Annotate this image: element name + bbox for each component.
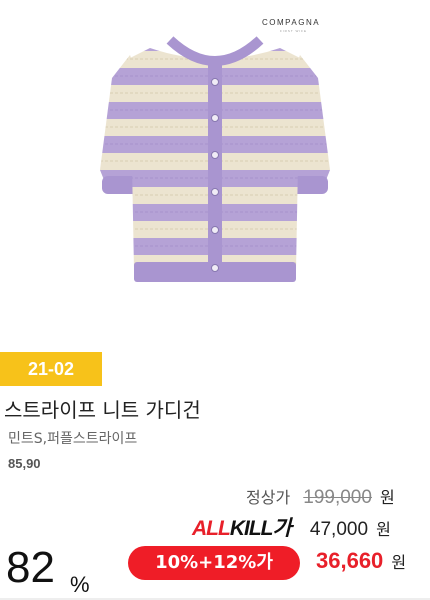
allkill-price-row: ALLKILL가 47,000 원 xyxy=(192,512,391,540)
brand-sublogo: FIRST WIFE xyxy=(280,29,307,33)
coupon-discount-badge[interactable]: 10%+12%가 xyxy=(128,546,300,580)
product-image[interactable]: COMPAGNA FIRST WIFE xyxy=(0,0,430,338)
final-price-row: 36,660 원 xyxy=(316,548,406,580)
cardigan-image xyxy=(100,36,330,282)
brand-logo: COMPAGNA xyxy=(262,18,321,27)
product-title[interactable]: 스트라이프 니트 가디건 xyxy=(4,394,201,423)
currency-label: 원 xyxy=(391,553,407,572)
currency-label: 원 xyxy=(376,520,391,539)
product-sizes: 85,90 xyxy=(8,456,41,471)
regular-price: 199,000 xyxy=(303,487,372,508)
allkill-price: 47,000 xyxy=(309,519,369,540)
regular-price-row: 정상가 199,000 원 xyxy=(246,484,395,508)
discount-percent-sign: % xyxy=(70,572,90,597)
currency-label: 원 xyxy=(380,488,395,507)
discount-percent: 82 xyxy=(6,543,55,592)
product-code-badge: 21-02 xyxy=(0,352,102,386)
allkill-logo: ALLKILL가 xyxy=(192,517,292,540)
regular-price-label: 정상가 xyxy=(246,488,291,507)
product-options: 민트S,퍼플스트라이프 xyxy=(8,431,138,447)
final-price: 36,660 xyxy=(316,548,384,573)
